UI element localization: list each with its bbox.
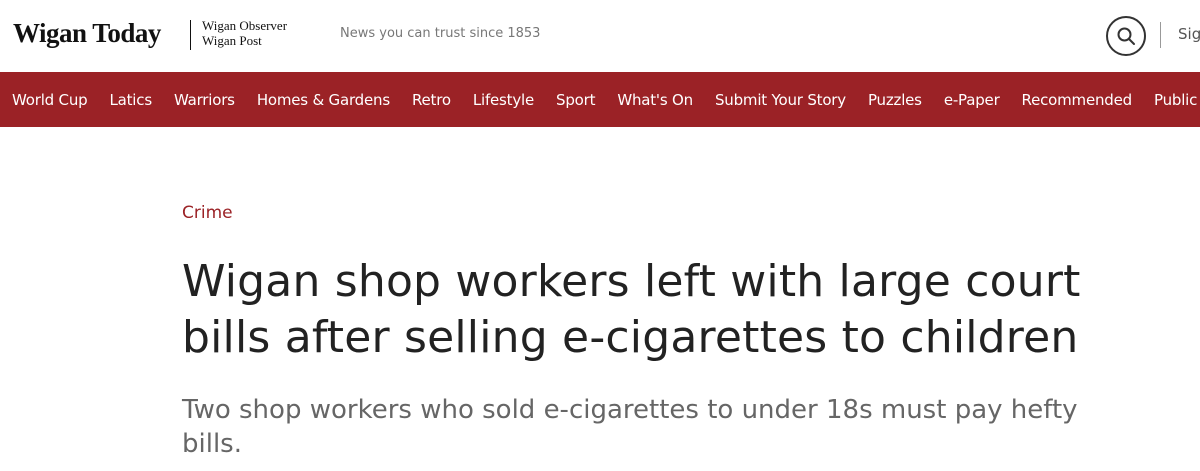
nav-item-homes-gardens[interactable]: Homes & Gardens bbox=[257, 91, 390, 109]
nav-item-puzzles[interactable]: Puzzles bbox=[868, 91, 922, 109]
article-standfirst: Two shop workers who sold e-cigarettes t… bbox=[182, 395, 1078, 459]
nav-list: World Cup Latics Warriors Homes & Garden… bbox=[12, 72, 1200, 127]
sister-titles: Wigan Observer Wigan Post bbox=[202, 18, 287, 48]
sister-title-observer: Wigan Observer bbox=[202, 18, 288, 33]
nav-item-whats-on[interactable]: What's On bbox=[617, 91, 693, 109]
nav-item-world-cup[interactable]: World Cup bbox=[12, 91, 88, 109]
nav-item-public[interactable]: Public bbox=[1154, 91, 1197, 109]
nav-item-warriors[interactable]: Warriors bbox=[174, 91, 235, 109]
nav-item-lifestyle[interactable]: Lifestyle bbox=[473, 91, 534, 109]
nav-item-e-paper[interactable]: e-Paper bbox=[944, 91, 1000, 109]
nav-item-latics[interactable]: Latics bbox=[109, 91, 152, 109]
nav-item-retro[interactable]: Retro bbox=[412, 91, 451, 109]
header-separator bbox=[1160, 22, 1161, 48]
search-icon bbox=[1117, 27, 1135, 45]
main-nav: World Cup Latics Warriors Homes & Garden… bbox=[0, 72, 1200, 127]
nav-item-sport[interactable]: Sport bbox=[556, 91, 595, 109]
sister-title-post: Wigan Post bbox=[202, 33, 262, 48]
article-category[interactable]: Crime bbox=[182, 203, 233, 223]
search-button[interactable] bbox=[1106, 16, 1146, 56]
logo-divider bbox=[190, 20, 191, 50]
nav-item-recommended[interactable]: Recommended bbox=[1022, 91, 1133, 109]
sign-in-link[interactable]: Sign bbox=[1178, 25, 1200, 43]
site-header: Wigan Today Wigan Observer Wigan Post Ne… bbox=[0, 0, 1200, 72]
site-tagline: News you can trust since 1853 bbox=[340, 26, 541, 41]
nav-item-submit-your-story[interactable]: Submit Your Story bbox=[715, 91, 846, 109]
site-logo[interactable]: Wigan Today bbox=[13, 17, 161, 49]
article-headline: Wigan shop workers left with large court… bbox=[182, 256, 1081, 363]
